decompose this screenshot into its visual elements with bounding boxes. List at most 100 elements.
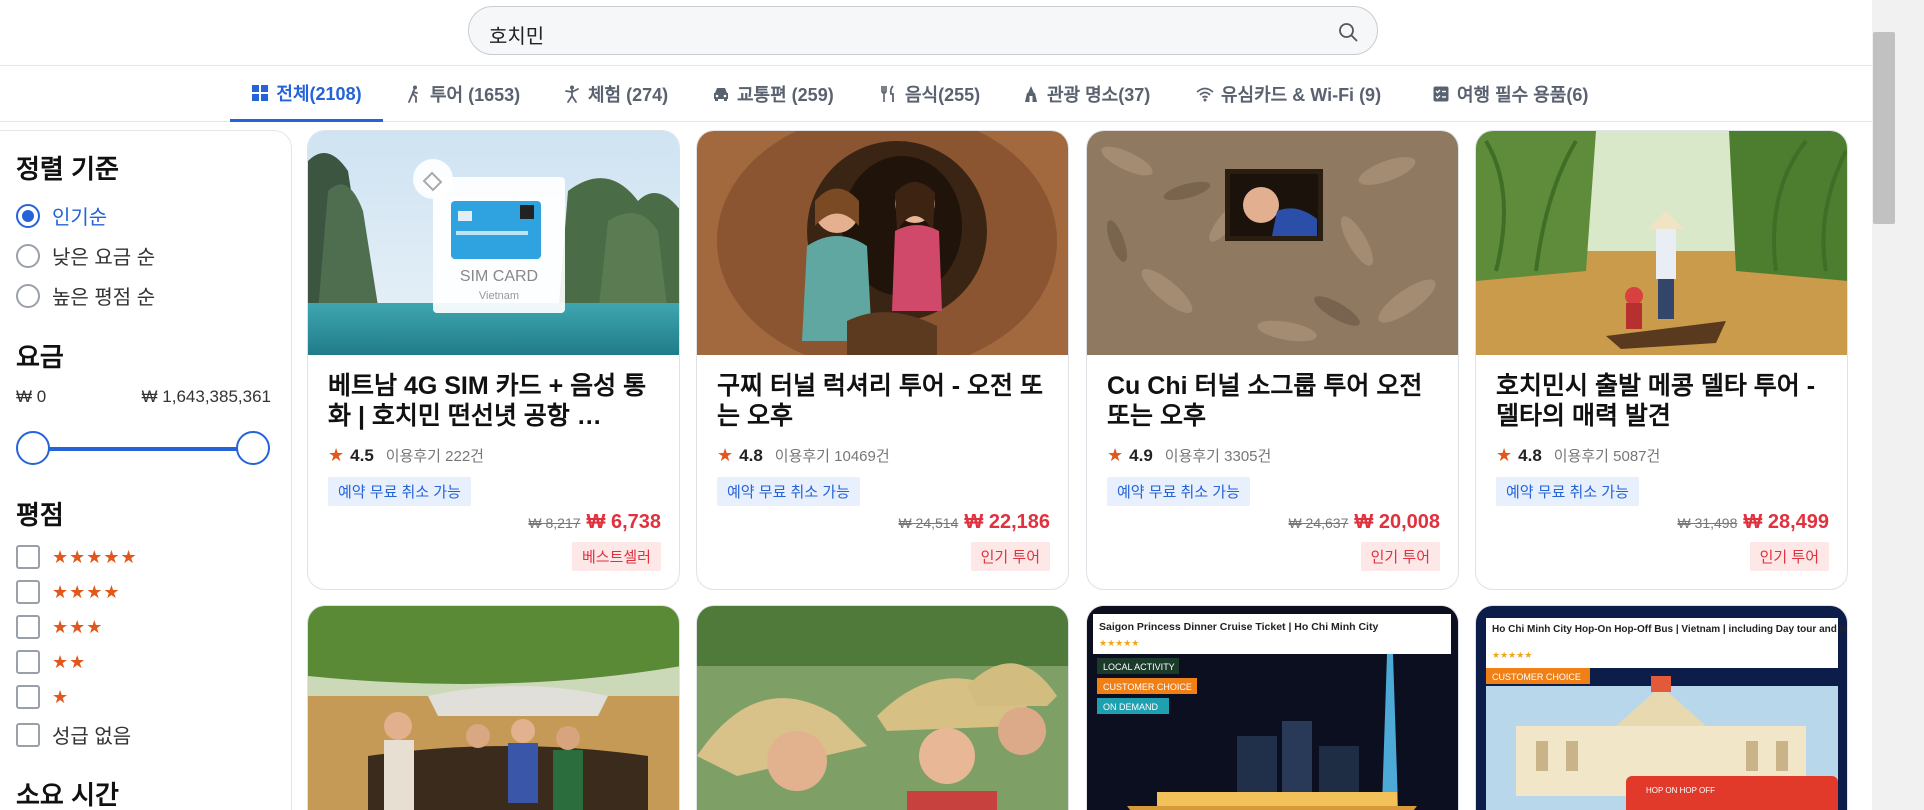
status-badge: 인기 투어 [1360,542,1440,571]
product-card[interactable]: Saigon Princess Dinner Cruise Ticket | H… [1086,605,1459,810]
sale-price: ₩ 22,186 [964,511,1050,533]
product-card[interactable] [307,605,680,810]
activity-person-icon [565,85,579,103]
product-title[interactable]: 구찌 터널 럭셔리 투어 - 오전 또는 오후 [717,371,1055,431]
free-cancel-tag: 예약 무료 취소 가능 [1107,477,1250,506]
product-card[interactable]: Ho Chi Minh City Hop-On Hop-Off Bus | Vi… [1475,605,1848,810]
tab-label: 투어 (1653) [430,85,521,105]
star-icon: ★ [1496,445,1513,465]
rating-filter-2[interactable]: ★★ [16,650,86,674]
grid-icon [252,84,269,101]
checkbox[interactable] [16,685,40,709]
product-image [697,131,1068,355]
price-slider-min-handle[interactable] [16,431,50,465]
scroll-thumb[interactable] [1873,32,1895,224]
checkbox[interactable] [16,545,40,569]
tab-label: 교통편 (259) [737,85,834,105]
checkbox[interactable] [16,650,40,674]
price-slider-max-handle[interactable] [236,431,270,465]
tab-attractions[interactable]: 관광 명소(37) [1022,66,1150,122]
free-cancel-tag: 예약 무료 취소 가능 [328,477,471,506]
price: ₩ 8,217 ₩ 6,738 [528,511,661,534]
star-icon: ★ [1107,445,1124,465]
star-icon: ★ [328,445,345,465]
image-caption: Ho Chi Minh City Hop-On Hop-Off Bus | Vi… [1492,624,1847,635]
checklist-icon [1433,86,1449,102]
checkbox[interactable] [16,722,40,747]
search-query: 호치민 [489,26,545,48]
product-image [1476,131,1847,355]
tab-food[interactable]: 음식(255) [880,66,980,122]
top-bar: 호치민 [0,0,1872,66]
price-slider-track [32,447,254,451]
free-cancel-tag: 예약 무료 취소 가능 [717,477,860,506]
sort-option-popular[interactable]: 인기순 [16,201,107,230]
image-caption: ★★★★★ [1492,650,1532,660]
sort-option-low-price[interactable]: 낮은 요금 순 [16,241,155,270]
product-card[interactable]: 호치민시 출발 메콩 델타 투어 - 델타의 매력 발견 ★ 4.8 이용후기 … [1475,130,1848,590]
rating-score: 4.5 [350,445,374,465]
original-price: ₩ 8,217 [528,515,581,531]
scroll-up-arrow[interactable] [1872,0,1924,32]
tab-experience[interactable]: 체험 (274) [563,66,668,122]
scroll-down-arrow[interactable] [1872,778,1924,810]
product-card[interactable]: SIM CARD Vietnam 베트남 4G SIM 카드 + 음성 통화 |… [307,130,680,590]
sort-option-label: 인기순 [52,207,108,229]
rating-score: 4.9 [1129,445,1153,465]
radio-button[interactable] [16,243,40,268]
search-icon[interactable] [1337,21,1359,43]
status-badge: 인기 투어 [970,542,1050,571]
sale-price: ₩ 20,008 [1354,511,1440,533]
tab-transport[interactable]: 교통편 (259) [712,66,834,122]
rating-filter-none[interactable]: 성급 없음 [16,720,131,749]
tab-all[interactable]: 전체(2108) [230,66,383,122]
product-card[interactable] [696,605,1069,810]
rating-score: 4.8 [1518,445,1542,465]
star-rating-icon: ★★★★ [52,581,121,602]
radio-button[interactable] [16,283,40,308]
image-caption: LOCAL ACTIVITY [1103,662,1175,672]
tab-label: 여행 필수 용품(6) [1457,85,1589,105]
image-caption: CUSTOMER CHOICE [1492,672,1581,682]
star-rating-icon: ★ [52,686,70,707]
category-tabs: 전체(2108) 투어 (1653) 체험 (274) 교통편 (259) 음식… [0,66,1872,122]
walking-person-icon [408,85,418,103]
rating: ★ 4.5 이용후기 222건 [328,445,484,466]
rating-filter-3[interactable]: ★★★ [16,615,103,639]
tab-sim-wifi[interactable]: 유심카드 & Wi-Fi (9) [1196,66,1381,122]
original-price: ₩ 24,514 [898,515,959,531]
image-caption: ★★★★★ [1099,638,1139,648]
search-input[interactable]: 호치민 [468,6,1378,55]
tab-label: 유심카드 & Wi-Fi (9) [1221,85,1382,105]
checkbox[interactable] [16,615,40,639]
review-count: 이용후기 222건 [385,448,484,465]
checkbox[interactable] [16,580,40,604]
product-card[interactable]: 구찌 터널 럭셔리 투어 - 오전 또는 오후 ★ 4.8 이용후기 10469… [696,130,1069,590]
rating: ★ 4.8 이용후기 10469건 [717,445,890,466]
sort-option-label: 낮은 요금 순 [52,247,156,269]
product-card[interactable]: Cu Chi 터널 소그룹 투어 오전 또는 오후 ★ 4.9 이용후기 330… [1086,130,1459,590]
star-rating-icon: ★★ [52,651,87,672]
star-rating-icon: ★★★ [52,616,104,637]
image-caption: SIM CARD [460,268,538,285]
rating-title: 평점 [16,500,64,530]
rating-filter-5[interactable]: ★★★★★ [16,545,138,569]
sort-option-high-rating[interactable]: 높은 평점 순 [16,281,155,310]
image-caption: HOP ON HOP OFF [1646,786,1715,795]
tab-tour[interactable]: 투어 (1653) [405,66,520,122]
original-price: ₩ 31,498 [1677,515,1738,531]
free-cancel-tag: 예약 무료 취소 가능 [1496,477,1639,506]
rating: ★ 4.8 이용후기 5087건 [1496,445,1660,466]
product-title[interactable]: 호치민시 출발 메콩 델타 투어 - 델타의 매력 발견 [1496,371,1834,431]
product-image [697,606,1068,810]
page-scrollbar[interactable] [1872,0,1924,810]
image-caption: Vietnam [479,290,519,302]
tab-travel-essentials[interactable]: 여행 필수 용품(6) [1432,66,1588,122]
rating-filter-1[interactable]: ★ [16,685,69,709]
product-title[interactable]: Cu Chi 터널 소그룹 투어 오전 또는 오후 [1107,371,1445,431]
radio-button[interactable] [16,203,40,228]
sort-option-label: 높은 평점 순 [52,287,156,309]
product-title[interactable]: 베트남 4G SIM 카드 + 음성 통화 | 호치민 떤선녓 공항 … [328,371,666,431]
rating-filter-4[interactable]: ★★★★ [16,580,121,604]
tab-label: 체험 (274) [588,85,669,105]
